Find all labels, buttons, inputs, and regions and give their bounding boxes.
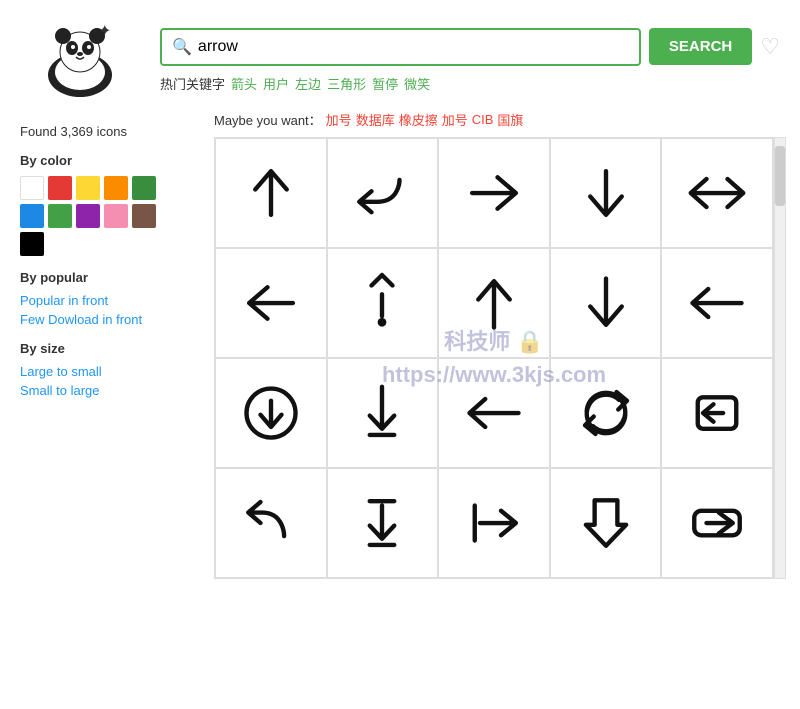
search-input-wrapper[interactable]: 🔍 [160,28,641,66]
popular-links: Popular in front Few Dowload in front [20,293,200,327]
content-area: Maybe you want： 加号 数据库 橡皮擦 加号 CIB 国旗 科技师… [210,110,790,579]
size-links: Large to small Small to large [20,364,200,398]
sidebar: Found 3,369 icons By color By popular Po… [10,110,210,579]
color-orange[interactable] [104,176,128,200]
hot-keyword-6[interactable]: 微笑 [404,74,430,93]
maybe-keyword-4[interactable]: 加号 [442,110,468,129]
color-black[interactable] [20,232,44,256]
icon-cell-down-arrow2[interactable] [550,248,662,358]
large-to-small-link[interactable]: Large to small [20,364,200,379]
icon-cell-left-arrow[interactable] [215,248,327,358]
icon-cell-circle-down[interactable] [215,358,327,468]
found-count: Found 3,369 icons [20,124,200,139]
favorite-button[interactable]: ♡ [760,34,780,60]
by-size-title: By size [20,341,200,356]
color-grid [20,176,200,256]
color-yellow[interactable] [76,176,100,200]
search-input[interactable] [198,30,629,64]
icon-cell-up-arrow2[interactable] [438,248,550,358]
icon-cell-updown-dot[interactable] [327,248,439,358]
few-download-link[interactable]: Few Dowload in front [20,312,200,327]
icon-grid-with-scroll: 科技师 🔒 https://www.3kjs.com [214,137,786,579]
maybe-keyword-5[interactable]: CIB [472,112,494,127]
maybe-keyword-1[interactable]: 加号 [326,110,352,129]
color-white[interactable] [20,176,44,200]
icon-cell-down-with-line[interactable] [327,468,439,578]
maybe-keyword-2[interactable]: 数据库 [356,110,395,129]
maybe-keyword-3[interactable]: 橡皮擦 [399,110,438,129]
icon-cell-right-arrow[interactable] [438,138,550,248]
small-to-large-link[interactable]: Small to large [20,383,200,398]
hot-keyword-1[interactable]: 箭头 [231,74,257,93]
maybe-you-want-row: Maybe you want： 加号 数据库 橡皮擦 加号 CIB 国旗 [214,110,786,129]
icon-grid [214,137,774,579]
icon-cell-return-arrow[interactable] [327,138,439,248]
icon-cell-up-arrow[interactable] [215,138,327,248]
search-area: 🔍 SEARCH ♡ 热门关键字 箭头 用户 左边 三角形 暂停 微笑 [160,28,780,93]
main-layout: Found 3,369 icons By color By popular Po… [0,110,800,579]
by-popular-title: By popular [20,270,200,285]
hot-keyword-4[interactable]: 三角形 [327,74,366,93]
svg-text:✦: ✦ [98,23,111,40]
logo-area: ✦ [20,20,140,100]
color-red[interactable] [48,176,72,200]
search-button[interactable]: SEARCH [649,28,752,65]
color-light-green[interactable] [48,204,72,228]
scrollbar[interactable] [774,137,786,579]
header: ✦ 🔍 SEARCH ♡ 热门关键字 箭头 用户 左边 三角形 暂停 微笑 [0,0,800,110]
icon-cell-left-arrow-long[interactable] [661,248,773,358]
icon-cell-right-chunky[interactable] [661,468,773,578]
icon-cell-left-arrow2[interactable] [438,358,550,468]
hot-keyword-2[interactable]: 用户 [263,74,289,93]
hot-keyword-5[interactable]: 暂停 [372,74,398,93]
icon-cell-undo[interactable] [215,468,327,578]
scroll-thumb[interactable] [775,146,785,206]
icon-cell-down-chunky[interactable] [550,468,662,578]
icon-cell-refresh[interactable] [550,358,662,468]
color-purple[interactable] [76,204,100,228]
logo-icon: ✦ [30,20,130,100]
hot-keyword-3[interactable]: 左边 [295,74,321,93]
search-icon: 🔍 [172,37,192,57]
icon-grid-wrapper: 科技师 🔒 https://www.3kjs.com [214,137,774,579]
icon-cell-leftright-arrow[interactable] [661,138,773,248]
hot-label: 热门关键字 [160,74,225,93]
color-brown[interactable] [132,204,156,228]
maybe-keyword-6[interactable]: 国旗 [497,110,523,129]
icon-cell-down-arrow[interactable] [550,138,662,248]
icon-cell-exit-arrow[interactable] [661,358,773,468]
color-pink[interactable] [104,204,128,228]
color-green[interactable] [132,176,156,200]
icon-cell-down-arrow3[interactable] [327,358,439,468]
search-bar: 🔍 SEARCH ♡ [160,28,780,66]
hot-keywords-row: 热门关键字 箭头 用户 左边 三角形 暂停 微笑 [160,74,780,93]
by-color-title: By color [20,153,200,168]
popular-in-front-link[interactable]: Popular in front [20,293,200,308]
icon-cell-right-from-bar[interactable] [438,468,550,578]
color-blue[interactable] [20,204,44,228]
maybe-label: Maybe you want： [214,110,322,129]
